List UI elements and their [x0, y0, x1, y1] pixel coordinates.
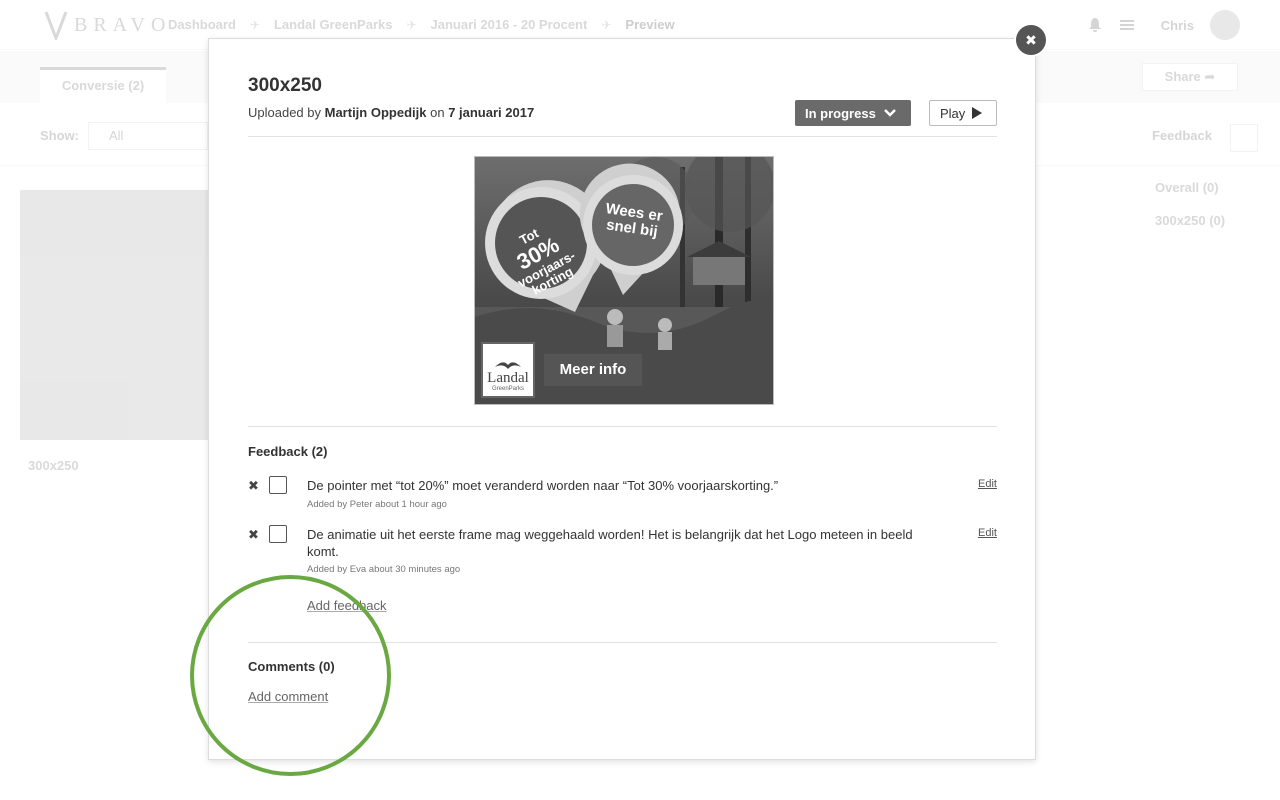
uploaded-prefix: Uploaded by [248, 105, 321, 120]
status-dropdown[interactable]: In progress [795, 100, 911, 126]
bravo-logo[interactable]: BRAVO [44, 10, 171, 40]
show-label: Show: [40, 128, 79, 143]
share-arrow-icon: ➦ [1204, 69, 1216, 84]
bell-icon[interactable] [1087, 17, 1103, 33]
add-feedback-link[interactable]: Add feedback [307, 598, 387, 613]
play-button[interactable]: Play [929, 100, 997, 126]
plane-icon: ✈ [249, 17, 260, 32]
user-area: Chris [1087, 10, 1240, 40]
share-button[interactable]: Share ➦ [1142, 63, 1238, 91]
show-select[interactable]: All [88, 122, 208, 150]
feedback-item: ✖ De pointer met “tot 20%” moet verander… [248, 476, 997, 516]
logo-sub-text: GreenParks [491, 386, 524, 392]
breadcrumb: Dashboard ✈ Landal GreenParks ✈ Januari … [168, 17, 689, 32]
breadcrumb-dashboard[interactable]: Dashboard [168, 17, 236, 32]
side-item-overall[interactable]: Overall (0) [1155, 180, 1225, 195]
bravo-logo-icon [44, 11, 68, 40]
landal-logo: Landal GreenParks [481, 342, 535, 398]
feedback-text: De pointer met “tot 20%” moet veranderd … [307, 478, 779, 493]
preview-modal: 300x250 Uploaded by Martijn Oppedijk on … [208, 38, 1036, 760]
edit-link[interactable]: Edit [978, 478, 997, 490]
plane-icon: ✈ [406, 17, 417, 32]
feedback-checkbox[interactable] [269, 476, 287, 494]
breadcrumb-preview: Preview [625, 17, 675, 32]
breadcrumb-client[interactable]: Landal GreenParks [274, 17, 393, 32]
user-name[interactable]: Chris [1161, 18, 1194, 33]
upload-date: 7 januari 2017 [448, 105, 535, 120]
logo-text: BRAVO [74, 13, 172, 36]
side-item-300x250[interactable]: 300x250 (0) [1155, 213, 1225, 228]
close-icon: ✖ [1025, 32, 1037, 48]
hamburger-menu-icon[interactable] [1119, 17, 1135, 33]
feedback-side-list: Overall (0) 300x250 (0) [1155, 180, 1225, 246]
background-thumbnail-label: 300x250 [28, 458, 79, 473]
tab-conversie[interactable]: Conversie (2) [40, 67, 166, 103]
feedback-meta: Added by Eva about 30 minutes ago [307, 564, 461, 575]
plane-icon: ✈ [601, 17, 612, 32]
avatar[interactable] [1210, 10, 1240, 40]
feedback-checkbox[interactable] [269, 525, 287, 543]
uploader-name: Martijn Oppedijk [324, 105, 427, 120]
banner-preview[interactable]: Tot 30% voorjaars- korting Wees er snel … [474, 156, 774, 405]
delete-icon[interactable]: ✖ [248, 478, 259, 494]
feedback-heading: Feedback (2) [248, 444, 328, 459]
feedback-item: ✖ De animatie uit het eerste frame mag w… [248, 525, 997, 581]
banner-cta-button[interactable]: Meer info [544, 354, 642, 386]
play-icon [972, 107, 983, 119]
status-label: In progress [805, 105, 876, 121]
chevron-down-icon [883, 109, 896, 117]
delete-icon[interactable]: ✖ [248, 527, 259, 543]
divider [248, 642, 997, 643]
upload-info: Uploaded by Martijn Oppedijk on 7 januar… [248, 105, 534, 120]
close-modal-button[interactable]: ✖ [1016, 25, 1046, 55]
divider [248, 136, 997, 137]
comments-heading: Comments (0) [248, 659, 335, 674]
edit-link[interactable]: Edit [978, 527, 997, 539]
divider [248, 426, 997, 427]
breadcrumb-campaign[interactable]: Januari 2016 - 20 Procent [431, 17, 588, 32]
logo-brand-text: Landal [487, 370, 529, 386]
on-text: on [430, 105, 445, 120]
share-label: Share [1164, 69, 1201, 84]
add-comment-link[interactable]: Add comment [248, 689, 328, 704]
play-label: Play [940, 105, 966, 121]
feedback-meta: Added by Peter about 1 hour ago [307, 499, 447, 510]
feedback-panel-label: Feedback [1152, 128, 1212, 143]
chevron-left-icon[interactable] [1230, 124, 1258, 152]
modal-title: 300x250 [248, 75, 322, 96]
feedback-text: De animatie uit het eerste frame mag weg… [307, 527, 913, 559]
